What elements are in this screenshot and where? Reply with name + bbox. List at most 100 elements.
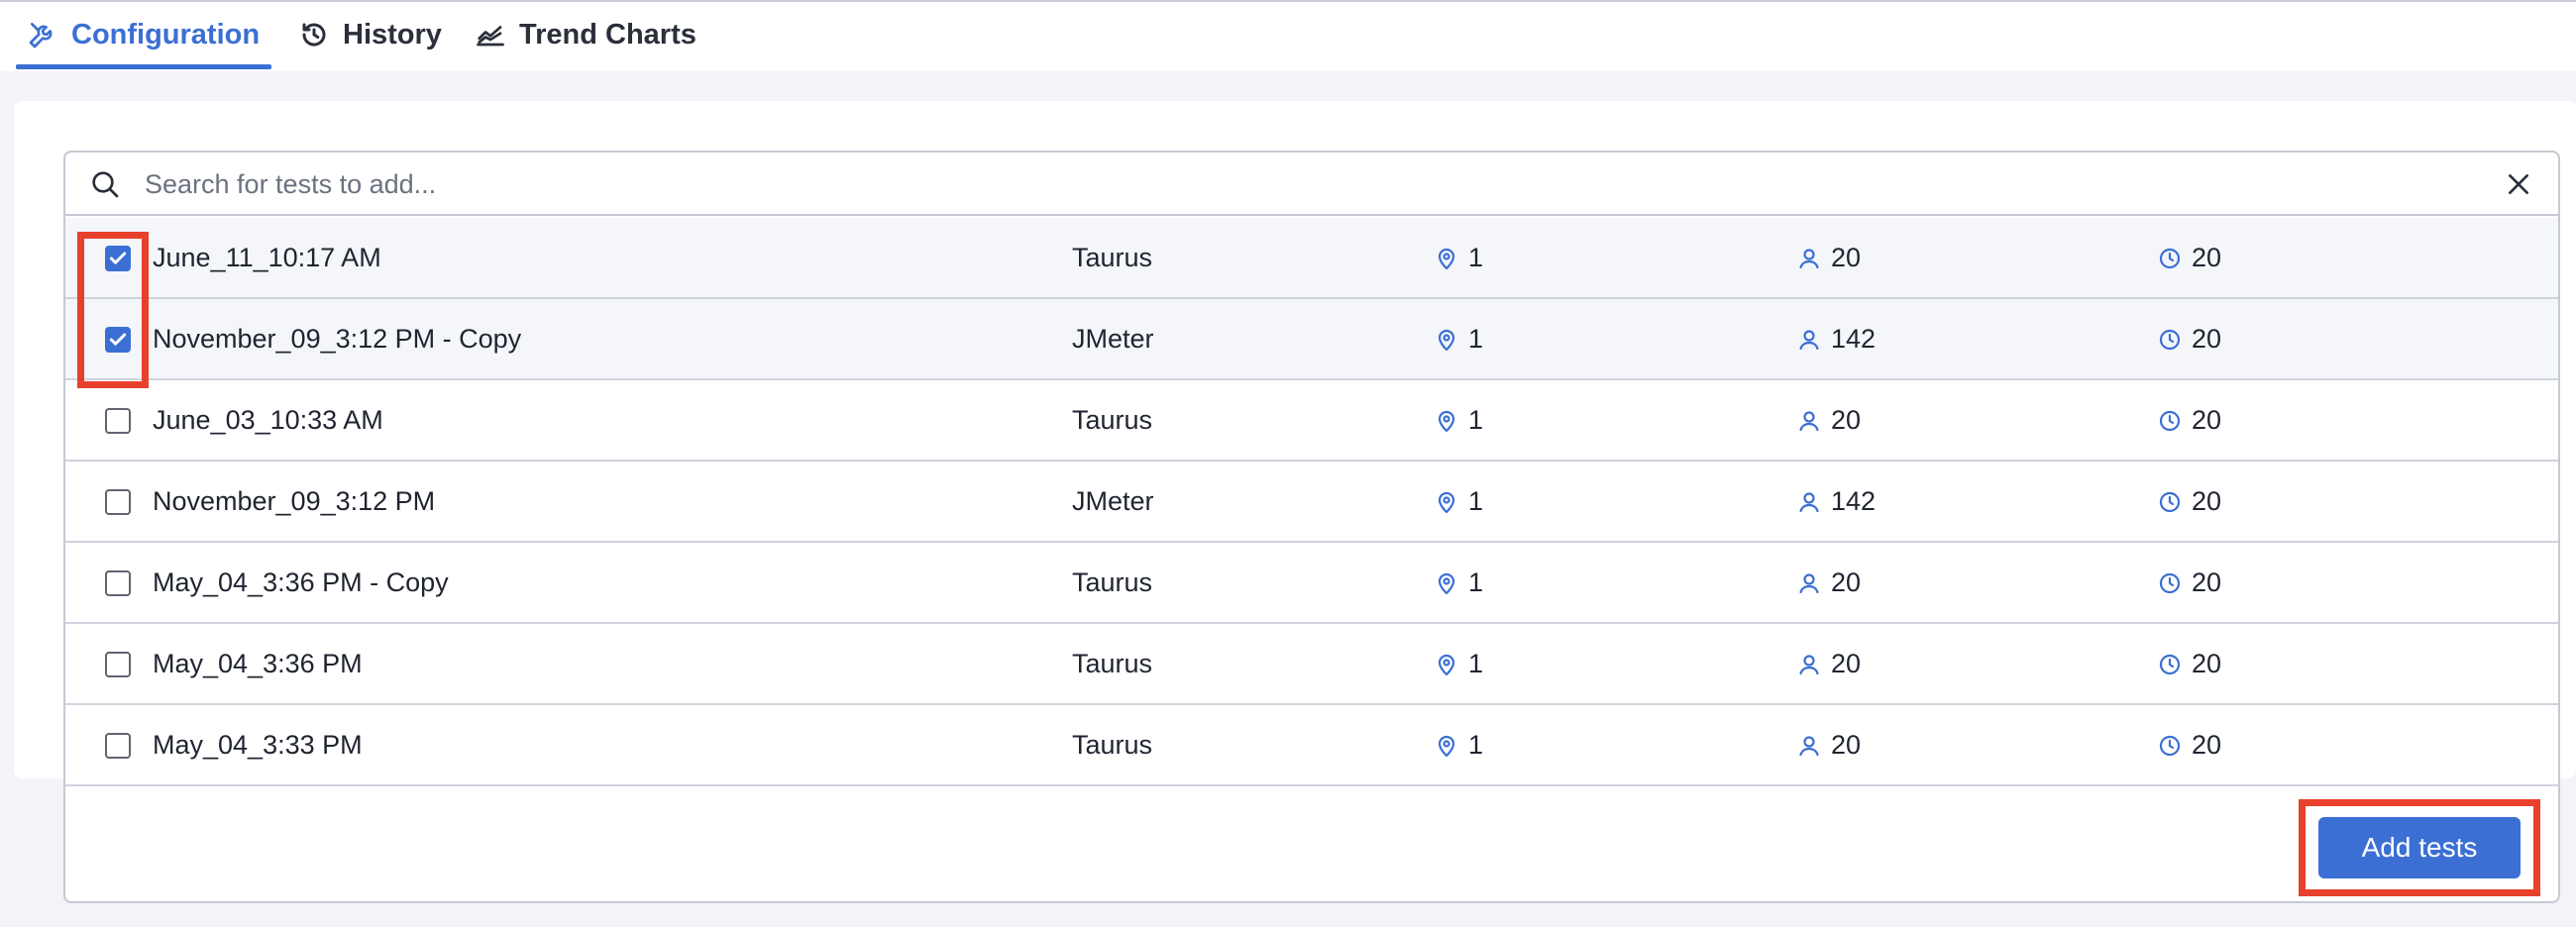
- users-value: 20: [1831, 567, 1862, 597]
- duration-cell: 20: [2158, 405, 2221, 436]
- tab-label: History: [343, 18, 442, 51]
- locations-cell: 1: [1435, 324, 1483, 355]
- test-name: May_04_3:33 PM: [153, 730, 363, 760]
- search-input[interactable]: [145, 160, 2423, 208]
- clock-icon: [2159, 572, 2181, 593]
- user-icon: [1799, 329, 1819, 350]
- locations-cell: 1: [1435, 730, 1483, 761]
- search-bar: [65, 153, 2558, 216]
- users-value: 20: [1831, 243, 1862, 272]
- test-checkbox[interactable]: [105, 246, 131, 271]
- add-tests-button[interactable]: Add tests: [2318, 817, 2521, 878]
- locations-value: 1: [1468, 567, 1484, 597]
- users-cell: 142: [1797, 324, 1876, 355]
- users-value: 142: [1831, 486, 1877, 516]
- location-pin-icon: [1438, 572, 1455, 594]
- test-name: May_04_3:36 PM: [153, 649, 363, 678]
- test-tool: Taurus: [1072, 405, 1153, 435]
- search-icon: [89, 168, 121, 200]
- duration-value: 20: [2192, 405, 2222, 435]
- test-checkbox[interactable]: [105, 733, 131, 759]
- locations-cell: 1: [1435, 567, 1483, 598]
- tab-bar: Configuration History Trend Charts: [0, 2, 2576, 71]
- test-row[interactable]: May_04_3:36 PM - Copy Taurus 1 20 20: [65, 543, 2558, 624]
- test-checkbox[interactable]: [105, 570, 131, 596]
- test-row[interactable]: November_09_3:12 PM JMeter 1 142 20: [65, 462, 2558, 543]
- users-value: 142: [1831, 324, 1877, 354]
- users-cell: 142: [1797, 486, 1876, 517]
- locations-cell: 1: [1435, 405, 1483, 436]
- locations-value: 1: [1468, 486, 1484, 516]
- location-pin-icon: [1438, 329, 1455, 351]
- clock-icon: [2159, 735, 2181, 756]
- tab-label: Trend Charts: [519, 18, 697, 51]
- duration-cell: 20: [2158, 243, 2221, 273]
- duration-value: 20: [2192, 567, 2222, 597]
- duration-value: 20: [2192, 730, 2222, 760]
- clock-icon: [2159, 410, 2181, 431]
- user-icon: [1799, 248, 1819, 268]
- users-value: 20: [1831, 730, 1862, 760]
- test-row[interactable]: June_03_10:33 AM Taurus 1 20 20: [65, 380, 2558, 462]
- location-pin-icon: [1438, 410, 1455, 432]
- test-name: November_09_3:12 PM: [153, 486, 436, 516]
- duration-value: 20: [2192, 486, 2222, 516]
- users-cell: 20: [1797, 567, 1861, 598]
- tab-trend-charts[interactable]: Trend Charts: [474, 2, 697, 67]
- duration-cell: 20: [2158, 486, 2221, 517]
- location-pin-icon: [1438, 248, 1455, 269]
- duration-cell: 20: [2158, 730, 2221, 761]
- test-row[interactable]: June_11_10:17 AM Taurus 1 20 20: [65, 218, 2558, 299]
- tab-history[interactable]: History: [297, 2, 442, 67]
- test-name: May_04_3:36 PM - Copy: [153, 567, 449, 597]
- locations-cell: 1: [1435, 243, 1483, 273]
- wrench-icon: [26, 18, 59, 52]
- locations-cell: 1: [1435, 649, 1483, 679]
- test-name: June_03_10:33 AM: [153, 405, 383, 435]
- test-checkbox[interactable]: [105, 652, 131, 677]
- test-name: November_09_3:12 PM - Copy: [153, 324, 522, 354]
- clock-icon: [2159, 329, 2181, 350]
- test-tool: Taurus: [1072, 730, 1153, 760]
- clock-icon: [2159, 248, 2181, 268]
- location-pin-icon: [1438, 654, 1455, 675]
- test-tool: Taurus: [1072, 567, 1153, 597]
- location-pin-icon: [1438, 491, 1455, 513]
- locations-value: 1: [1468, 649, 1484, 678]
- test-name: June_11_10:17 AM: [153, 243, 381, 272]
- user-icon: [1799, 410, 1819, 431]
- locations-value: 1: [1468, 405, 1484, 435]
- users-cell: 20: [1797, 243, 1861, 273]
- locations-cell: 1: [1435, 486, 1483, 517]
- add-tests-dropdown: June_11_10:17 AM Taurus 1 20 20: [63, 151, 2560, 903]
- history-icon: [297, 18, 331, 52]
- test-checkbox[interactable]: [105, 489, 131, 515]
- duration-value: 20: [2192, 649, 2222, 678]
- clock-icon: [2159, 491, 2181, 512]
- test-row[interactable]: November_09_3:12 PM - Copy JMeter 1 142 …: [65, 299, 2558, 380]
- test-tool: Taurus: [1072, 649, 1153, 678]
- locations-value: 1: [1468, 243, 1484, 272]
- tab-configuration[interactable]: Configuration: [15, 2, 272, 69]
- trend-chart-icon: [474, 18, 507, 52]
- locations-value: 1: [1468, 324, 1484, 354]
- test-row[interactable]: May_04_3:33 PM Taurus 1 20 20: [65, 705, 2558, 786]
- test-checkbox[interactable]: [105, 408, 131, 434]
- test-list: June_11_10:17 AM Taurus 1 20 20 November…: [65, 218, 2558, 786]
- close-icon[interactable]: [2501, 166, 2536, 202]
- test-tool: Taurus: [1072, 243, 1153, 272]
- test-tool: JMeter: [1072, 324, 1154, 354]
- clock-icon: [2159, 654, 2181, 674]
- tab-label: Configuration: [71, 18, 261, 51]
- users-cell: 20: [1797, 405, 1861, 436]
- users-cell: 20: [1797, 730, 1861, 761]
- user-icon: [1799, 654, 1819, 674]
- test-checkbox[interactable]: [105, 327, 131, 353]
- locations-value: 1: [1468, 730, 1484, 760]
- test-row[interactable]: May_04_3:36 PM Taurus 1 20 20: [65, 624, 2558, 705]
- test-tool: JMeter: [1072, 486, 1154, 516]
- duration-cell: 20: [2158, 567, 2221, 598]
- user-icon: [1799, 735, 1819, 756]
- duration-value: 20: [2192, 243, 2222, 272]
- duration-cell: 20: [2158, 324, 2221, 355]
